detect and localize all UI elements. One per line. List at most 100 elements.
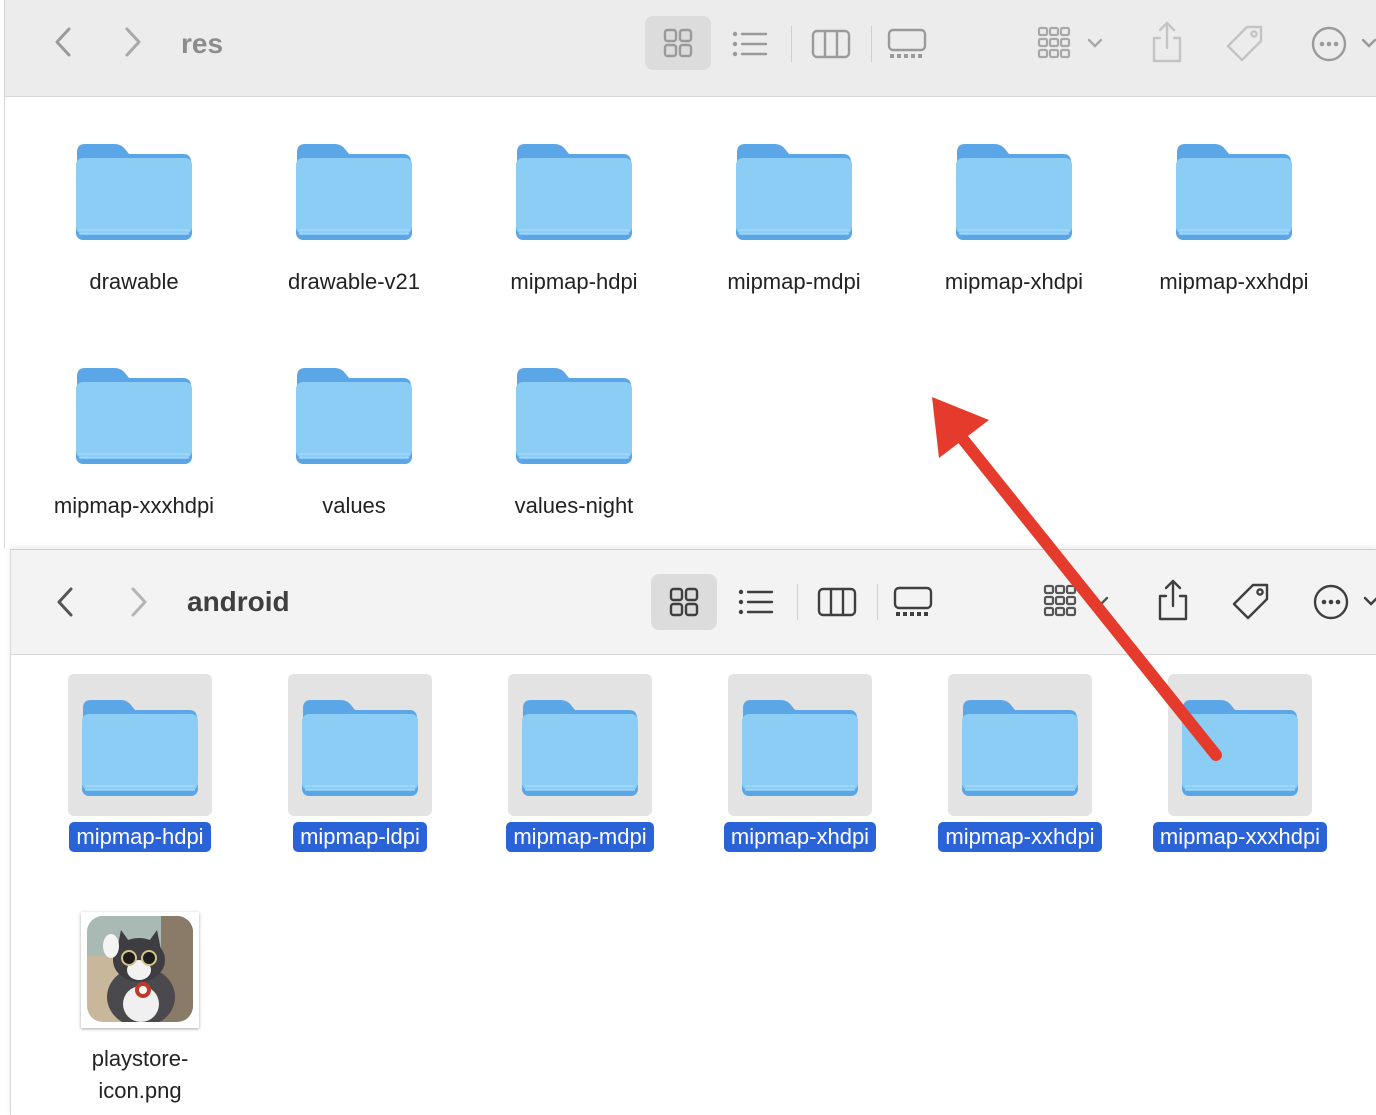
forward-button[interactable] xyxy=(121,584,157,620)
folder-icon xyxy=(956,144,1072,240)
chevron-right-icon xyxy=(125,27,141,57)
folder-icon xyxy=(962,700,1078,796)
share-icon xyxy=(1152,21,1182,63)
gallery-view-button[interactable] xyxy=(885,24,929,64)
folder-icon xyxy=(736,144,852,240)
folder-label: values-night xyxy=(514,493,634,518)
group-button[interactable] xyxy=(1031,22,1111,66)
folder-item[interactable]: drawable-v21 xyxy=(244,130,464,310)
folder-label: mipmap-mdpi xyxy=(506,822,654,852)
chevron-left-icon xyxy=(57,587,73,617)
folder-icon xyxy=(516,368,632,464)
folder-icon xyxy=(742,700,858,796)
share-icon xyxy=(1158,579,1188,621)
separator xyxy=(871,26,872,62)
folder-label: mipmap-hdpi xyxy=(69,822,211,852)
window-title: res xyxy=(181,28,224,59)
folder-icon xyxy=(76,144,192,240)
folder-label: mipmap-ldpi xyxy=(293,822,427,852)
file-label-line2: icon.png xyxy=(98,1078,182,1103)
gallery-icon xyxy=(893,586,933,616)
folder-item[interactable]: mipmap-xxxhdpi xyxy=(24,354,244,534)
file-item[interactable]: playstore- icon.png xyxy=(30,912,250,1112)
ellipsis-circle-icon xyxy=(1311,26,1376,62)
folder-item[interactable]: values-night xyxy=(464,354,684,534)
folder-item[interactable]: mipmap-xxhdpi xyxy=(1124,130,1344,310)
gallery-icon xyxy=(887,28,927,58)
tag-button[interactable] xyxy=(1223,20,1267,66)
more-actions-button[interactable] xyxy=(1307,22,1376,66)
separator xyxy=(877,584,878,620)
gallery-view-button[interactable] xyxy=(891,582,935,622)
folder-label: mipmap-hdpi xyxy=(510,269,638,294)
list-icon xyxy=(738,589,774,615)
folder-item[interactable]: mipmap-xhdpi xyxy=(904,130,1124,310)
icon-view-button[interactable] xyxy=(645,16,711,70)
ellipsis-circle-icon xyxy=(1313,584,1376,620)
back-button[interactable] xyxy=(45,24,81,60)
folder-item-selected[interactable]: mipmap-ldpi xyxy=(250,674,470,860)
folder-label: mipmap-xxxhdpi xyxy=(1152,822,1328,852)
chevron-right-icon xyxy=(131,587,147,617)
image-thumbnail xyxy=(81,912,199,1028)
finder-window-res: res drawable drawable-v21 mipmap-hdpi mi… xyxy=(4,0,1376,548)
folder-item-selected[interactable]: mipmap-xxhdpi xyxy=(910,674,1130,860)
forward-button[interactable] xyxy=(115,24,151,60)
folder-label: mipmap-xhdpi xyxy=(723,822,877,852)
grid-icon xyxy=(663,28,693,58)
folder-label: mipmap-xhdpi xyxy=(944,269,1084,294)
folder-icon xyxy=(296,144,412,240)
folder-label: values xyxy=(322,493,386,518)
folder-item-selected[interactable]: mipmap-mdpi xyxy=(470,674,690,860)
toolbar: android xyxy=(11,550,1376,655)
folder-label: drawable-v21 xyxy=(287,269,421,294)
group-icon xyxy=(1043,584,1109,617)
share-button[interactable] xyxy=(1151,576,1195,624)
folder-item-selected[interactable]: mipmap-hdpi xyxy=(30,674,250,860)
folder-item-selected[interactable]: mipmap-xhdpi xyxy=(690,674,910,860)
folder-label: mipmap-xxxhdpi xyxy=(53,493,215,518)
folder-label: mipmap-mdpi xyxy=(727,269,861,294)
finder-window-android: android mipmap-hdpi mipmap-ldpi mipmap-m… xyxy=(10,549,1376,1115)
tag-button[interactable] xyxy=(1229,578,1273,624)
folder-item[interactable]: mipmap-hdpi xyxy=(464,130,684,310)
list-view-button[interactable] xyxy=(729,24,771,64)
window-title: android xyxy=(187,586,290,617)
column-view-button[interactable] xyxy=(809,24,853,64)
icon-view-button[interactable] xyxy=(651,574,717,630)
folder-label: drawable xyxy=(89,269,179,294)
group-button[interactable] xyxy=(1037,580,1117,624)
columns-icon xyxy=(811,29,851,59)
list-view-button[interactable] xyxy=(735,582,777,622)
folder-icon xyxy=(522,700,638,796)
more-actions-button[interactable] xyxy=(1309,580,1376,624)
tag-icon xyxy=(1226,25,1263,62)
folder-item[interactable]: values xyxy=(244,354,464,534)
folder-icon xyxy=(516,144,632,240)
back-button[interactable] xyxy=(47,584,83,620)
columns-icon xyxy=(817,587,857,617)
folder-item[interactable]: drawable xyxy=(24,130,244,310)
column-view-button[interactable] xyxy=(815,582,859,622)
folder-icon xyxy=(296,368,412,464)
list-icon xyxy=(732,31,768,57)
folder-item-selected[interactable]: mipmap-xxxhdpi xyxy=(1130,674,1350,860)
separator xyxy=(791,26,792,62)
share-button[interactable] xyxy=(1145,18,1189,66)
folder-label: mipmap-xxhdpi xyxy=(938,822,1102,852)
folder-icon xyxy=(1176,144,1292,240)
folder-label: mipmap-xxhdpi xyxy=(1159,269,1309,294)
folder-icon xyxy=(302,700,418,796)
file-label-line1: playstore- xyxy=(91,1046,189,1071)
folder-item[interactable]: mipmap-mdpi xyxy=(684,130,904,310)
cat-photo-icon xyxy=(87,916,193,1022)
chevron-left-icon xyxy=(55,27,71,57)
group-icon xyxy=(1037,26,1103,59)
tag-icon xyxy=(1232,583,1269,620)
folder-icon xyxy=(76,368,192,464)
folder-icon xyxy=(82,700,198,796)
toolbar: res xyxy=(5,0,1376,97)
folder-icon xyxy=(1182,700,1298,796)
grid-icon xyxy=(669,587,699,617)
separator xyxy=(797,584,798,620)
